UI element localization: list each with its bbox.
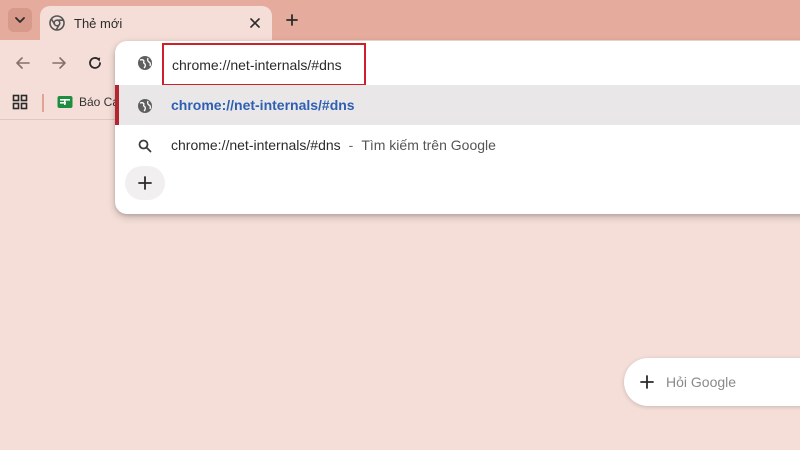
forward-button[interactable] (46, 50, 72, 76)
sheet-icon (57, 96, 73, 108)
suggestion-description: Tìm kiếm trên Google (361, 137, 496, 153)
suggestion-query: chrome://net-internals/#dns - Tìm kiếm trê… (171, 137, 496, 153)
suggestion-url: chrome://net-internals/#dns (171, 97, 355, 113)
close-icon (250, 18, 260, 28)
plus-icon (138, 176, 152, 190)
apps-button[interactable] (12, 94, 28, 115)
tab-search-button[interactable] (8, 8, 32, 32)
site-info-button[interactable] (137, 55, 153, 76)
arrow-right-icon (52, 57, 66, 69)
reload-icon (89, 57, 101, 69)
ask-google-label: Hỏi Google (666, 374, 737, 390)
back-button[interactable] (10, 50, 36, 76)
tab-close-button[interactable] (246, 14, 264, 32)
plus-icon (640, 375, 654, 389)
search-icon (137, 138, 153, 159)
reload-button[interactable] (82, 50, 108, 76)
arrow-left-icon (16, 57, 30, 69)
bookmark-item[interactable]: Báo Cá (57, 94, 119, 110)
address-input[interactable] (162, 43, 366, 86)
suggestion-separator: - (348, 137, 354, 153)
bookmark-label: Báo Cá (79, 95, 120, 109)
omnibox-dropdown: chrome://net-internals/#dns chrome://net… (115, 41, 800, 214)
tab-strip: Thẻ mới (0, 0, 800, 40)
add-context-button[interactable] (125, 166, 165, 200)
chevron-down-icon (15, 17, 25, 23)
suggestion-item[interactable]: chrome://net-internals/#dns - Tìm kiếm trê… (115, 125, 800, 165)
globe-icon (138, 56, 152, 70)
suggestion-item[interactable]: chrome://net-internals/#dns (115, 85, 800, 125)
tab-new-tab[interactable]: Thẻ mới (40, 6, 272, 40)
bookmarks-divider (42, 94, 44, 112)
tab-title: Thẻ mới (74, 15, 123, 31)
chrome-icon (49, 15, 65, 31)
suggestion-query-text: chrome://net-internals/#dns (171, 137, 341, 153)
globe-icon (137, 98, 153, 119)
grid-icon (12, 94, 28, 110)
plus-icon (286, 14, 298, 26)
ask-google-box[interactable]: Hỏi Google (624, 358, 800, 406)
new-tab-button[interactable] (280, 8, 304, 32)
